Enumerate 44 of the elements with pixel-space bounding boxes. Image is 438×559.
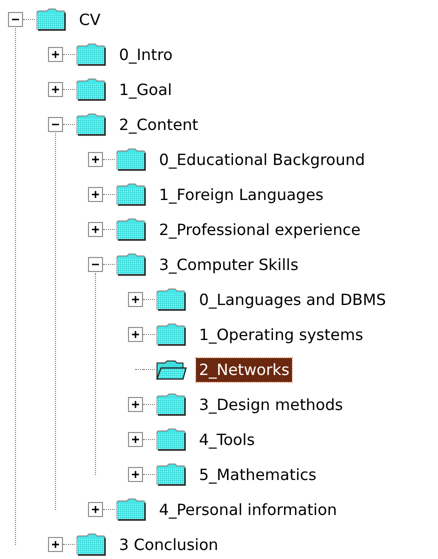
expand-toggle[interactable]: [128, 467, 143, 482]
tree-item-label[interactable]: 2_Networks: [196, 358, 292, 382]
plus-icon: [131, 330, 140, 339]
plus-icon: [91, 225, 100, 234]
tree-item-label[interactable]: 2_Professional experience: [156, 218, 364, 242]
tree-item-label[interactable]: 2_Content: [116, 112, 202, 136]
plus-icon: [51, 50, 60, 59]
tree-item-label[interactable]: 1_Goal: [116, 78, 175, 102]
tree-item-label[interactable]: CV: [76, 8, 104, 32]
collapse-toggle[interactable]: [8, 12, 23, 27]
plus-icon: [131, 295, 140, 304]
expand-toggle[interactable]: [88, 187, 103, 202]
tree-item-label[interactable]: 1_Foreign Languages: [156, 182, 326, 206]
expand-toggle[interactable]: [128, 327, 143, 342]
tree-item-label[interactable]: 3 Conclusion: [116, 532, 222, 556]
tree-item-label[interactable]: 4_Tools: [196, 428, 258, 452]
plus-icon: [91, 190, 100, 199]
plus-icon: [51, 85, 60, 94]
plus-icon: [131, 470, 140, 479]
collapse-toggle[interactable]: [48, 117, 63, 132]
expand-toggle[interactable]: [48, 537, 63, 552]
tree-item-label[interactable]: 3_Design methods: [196, 392, 346, 416]
plus-icon: [131, 400, 140, 409]
tree-item-label[interactable]: 0_Educational Background: [156, 148, 368, 172]
expand-toggle[interactable]: [128, 292, 143, 307]
expand-toggle[interactable]: [128, 432, 143, 447]
plus-icon: [131, 435, 140, 444]
expand-toggle[interactable]: [48, 47, 63, 62]
expand-toggle[interactable]: [48, 82, 63, 97]
tree-item-label[interactable]: 3_Computer Skills: [156, 252, 302, 276]
tree-item-label[interactable]: 4_Personal information: [156, 498, 340, 522]
plus-icon: [91, 505, 100, 514]
tree-item-label[interactable]: 5_Mathematics: [196, 462, 320, 486]
open-folder-icon: [155, 358, 187, 382]
plus-icon: [51, 540, 60, 549]
plus-icon: [91, 155, 100, 164]
collapse-toggle[interactable]: [88, 257, 103, 272]
tree-item-label[interactable]: 0_Languages and DBMS: [196, 288, 389, 312]
tree-item-label[interactable]: 0_Intro: [116, 42, 176, 66]
expand-toggle[interactable]: [88, 152, 103, 167]
expand-toggle[interactable]: [88, 502, 103, 517]
expand-toggle[interactable]: [128, 397, 143, 412]
tree-item-label[interactable]: 1_Operating systems: [196, 322, 366, 346]
expand-toggle[interactable]: [88, 222, 103, 237]
